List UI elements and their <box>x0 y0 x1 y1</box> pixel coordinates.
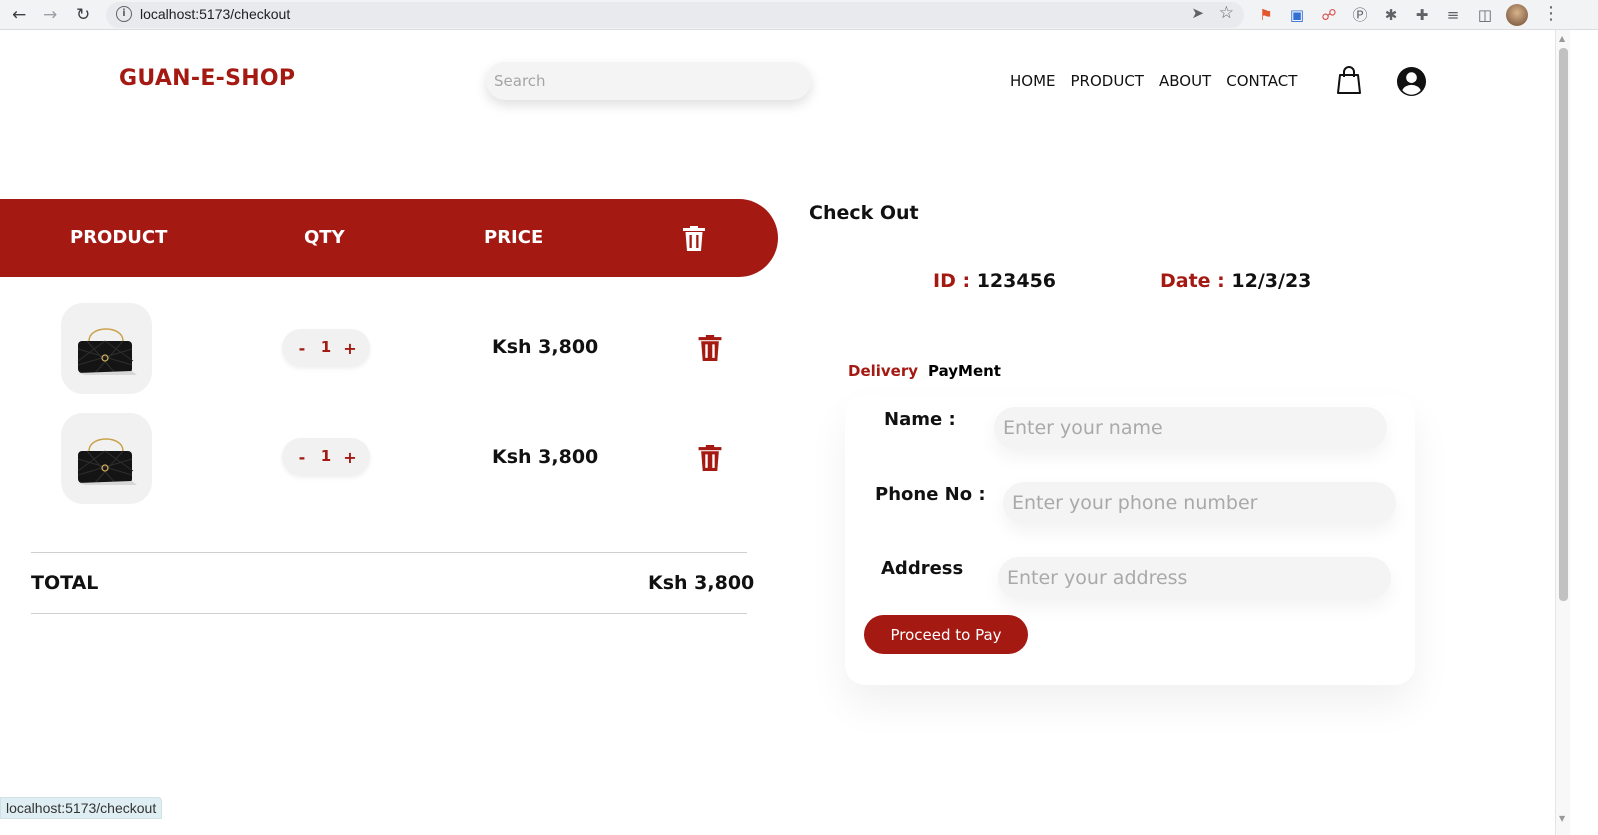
name-label: Name : <box>884 409 956 430</box>
decrease-qty-button[interactable]: - <box>291 444 313 470</box>
order-date-value: 12/3/23 <box>1231 270 1312 292</box>
address-bar[interactable]: i localhost:5173/checkout ➤ ☆ <box>106 2 1244 28</box>
total-value: Ksh 3,800 <box>648 572 755 594</box>
nav-product-link[interactable]: PRODUCT <box>1071 71 1144 91</box>
reading-list-icon[interactable]: ≡ <box>1443 5 1463 25</box>
cart-item-image <box>61 413 152 504</box>
remove-item-trash-icon[interactable] <box>698 445 722 471</box>
scroll-up-arrow-icon[interactable]: ▲ <box>1559 34 1565 43</box>
divider <box>31 613 747 614</box>
status-bar-url: localhost:5173/checkout <box>0 797 163 819</box>
extension-shield-icon[interactable]: ▣ <box>1287 5 1307 25</box>
order-date: Date : 12/3/23 <box>1160 270 1311 292</box>
quantity-value: 1 <box>320 338 332 356</box>
remove-item-trash-icon[interactable] <box>698 335 722 361</box>
browser-toolbar: ← → ↻ i localhost:5173/checkout ➤ ☆ ⚑ ▣ … <box>0 0 1598 30</box>
handbag-product-image <box>77 328 137 375</box>
scroll-down-arrow-icon[interactable]: ▼ <box>1559 814 1565 823</box>
item-price: Ksh 3,800 <box>492 336 599 358</box>
site-logo[interactable]: GUAN-E-SHOP <box>119 66 295 91</box>
phone-field[interactable] <box>1003 482 1396 524</box>
checkout-title: Check Out <box>809 202 919 224</box>
cart-item-image <box>61 303 152 394</box>
side-panel-icon[interactable]: ◫ <box>1475 5 1495 25</box>
forward-icon[interactable]: → <box>43 4 57 26</box>
bookmark-star-icon[interactable]: ☆ <box>1219 3 1234 23</box>
total-label: TOTAL <box>31 572 99 594</box>
nav-contact-link[interactable]: CONTACT <box>1226 71 1297 91</box>
order-id: ID : 123456 <box>933 270 1056 292</box>
address-field[interactable] <box>998 557 1391 599</box>
order-id-value: 123456 <box>976 270 1057 292</box>
order-id-label: ID : <box>933 270 971 292</box>
search-input[interactable] <box>486 62 811 100</box>
address-label: Address <box>881 558 964 579</box>
user-account-icon[interactable] <box>1396 66 1427 97</box>
cart-table-header: PRODUCT QTY PRICE <box>0 199 778 277</box>
increase-qty-button[interactable]: + <box>339 444 361 470</box>
page-scrollbar[interactable]: ▲ ▼ <box>1555 30 1570 835</box>
divider <box>31 552 747 553</box>
extensions-puzzle-icon[interactable]: ✚ <box>1412 5 1432 25</box>
extension-megaphone-icon[interactable]: ⚑ <box>1256 5 1276 25</box>
phone-label: Phone No : <box>875 484 986 505</box>
extension-link-icon[interactable]: ☍ <box>1319 5 1339 25</box>
increase-qty-button[interactable]: + <box>339 335 361 361</box>
item-price: Ksh 3,800 <box>492 446 599 468</box>
column-header-price: PRICE <box>484 227 544 248</box>
site-info-icon[interactable]: i <box>116 6 132 22</box>
quantity-value: 1 <box>320 447 332 465</box>
quantity-stepper: - 1 + <box>282 329 370 367</box>
extension-cs-icon[interactable]: Ⓟ <box>1350 5 1370 25</box>
nav-about-link[interactable]: ABOUT <box>1159 71 1211 91</box>
back-icon[interactable]: ← <box>12 4 26 26</box>
address-bar-url[interactable]: localhost:5173/checkout <box>140 6 290 22</box>
tab-delivery[interactable]: Delivery <box>848 362 918 380</box>
column-header-qty: QTY <box>304 227 345 248</box>
proceed-to-pay-button[interactable]: Proceed to Pay <box>864 615 1028 654</box>
handbag-product-image <box>77 438 137 485</box>
browser-menu-icon[interactable]: ⋮ <box>1542 3 1560 24</box>
decrease-qty-button[interactable]: - <box>291 335 313 361</box>
tab-payment[interactable]: PayMent <box>928 362 1001 380</box>
extension-bug-icon[interactable]: ✱ <box>1381 5 1401 25</box>
column-header-product: PRODUCT <box>70 227 168 248</box>
clear-cart-trash-icon[interactable] <box>683 226 705 251</box>
quantity-stepper: - 1 + <box>282 438 370 476</box>
order-date-label: Date : <box>1160 270 1225 292</box>
main-nav: HOME PRODUCT ABOUT CONTACT <box>1010 71 1297 91</box>
shopping-bag-icon[interactable] <box>1336 65 1362 95</box>
profile-avatar[interactable] <box>1506 4 1528 26</box>
scrollbar-thumb[interactable] <box>1559 48 1568 601</box>
name-field[interactable] <box>994 407 1387 449</box>
share-icon[interactable]: ➤ <box>1191 4 1204 22</box>
nav-home-link[interactable]: HOME <box>1010 71 1056 91</box>
reload-icon[interactable]: ↻ <box>76 4 90 26</box>
